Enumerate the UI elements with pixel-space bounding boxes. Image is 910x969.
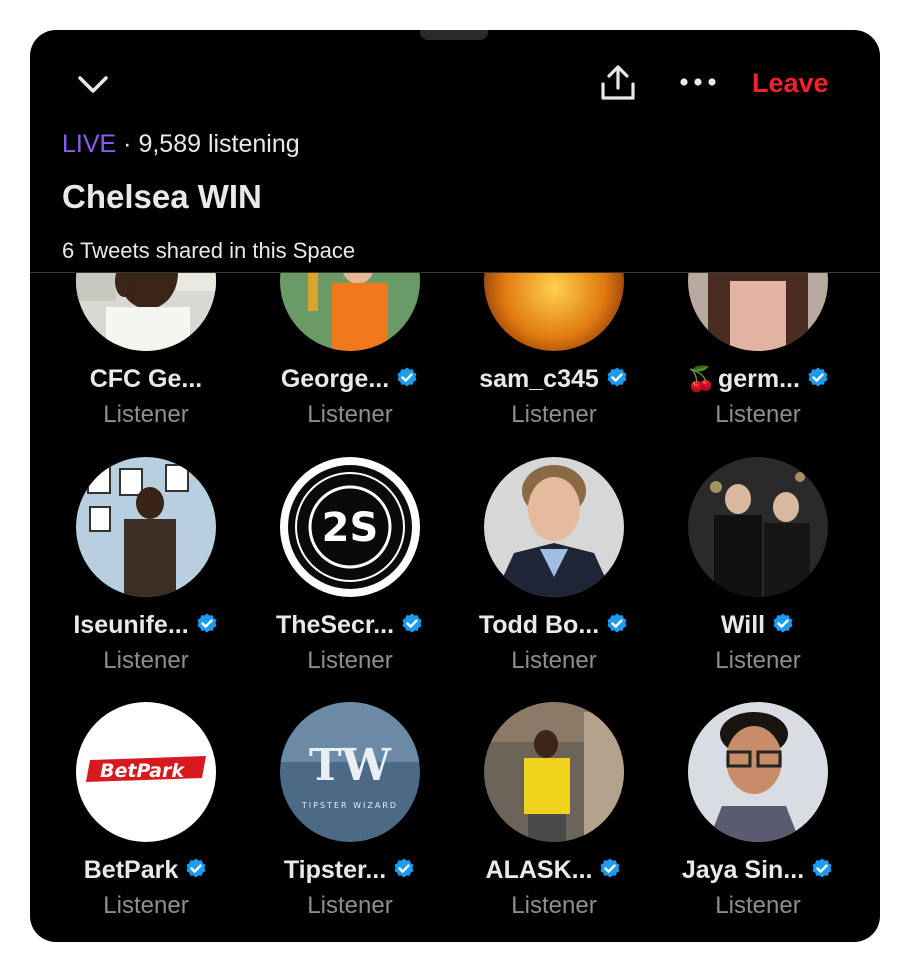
participant-name: Tipster... [248,856,452,885]
participant-name: TheSecr... [248,611,452,640]
avatar-germ[interactable] [688,273,828,351]
participant-role: Listener [715,401,801,428]
participant-name-text: CFC Ge... [89,365,203,393]
verified-badge-icon [186,858,206,878]
participant-cell[interactable]: Iseunife... Listener [44,457,248,687]
svg-text:TIPSTER WIZARD: TIPSTER WIZARD [301,801,398,810]
participant-role: Listener [307,401,393,428]
avatar-george[interactable] [280,273,420,351]
participant-name: Todd Bo... [452,611,656,640]
participant-name-text: ALASK... [485,856,593,884]
verified-badge-icon [397,367,417,387]
verified-badge-icon [773,613,793,633]
verified-badge-icon [394,858,414,878]
participant-role: Listener [103,401,189,428]
tweets-shared-link[interactable]: 6 Tweets shared in this Space [62,238,355,264]
participant-role: Listener [511,647,597,674]
participant-name: George... [248,365,452,394]
verified-badge-icon [607,367,627,387]
participant-cell[interactable]: C345SAM sam_c345 Listener [452,273,656,441]
participant-role: Listener [715,892,801,919]
participant-name-text: Iseunife... [73,611,189,639]
participant-role: Listener [103,647,189,674]
live-badge: LIVE [62,130,117,158]
verified-badge-icon [402,613,422,633]
participant-cell[interactable]: Todd Bo... Listener [452,457,656,687]
participant-name-text: Tipster... [283,856,387,884]
participant-name-text: Todd Bo... [478,611,600,639]
separator: · [123,130,132,158]
chevron-down-icon[interactable] [76,70,110,98]
avatar-iseunife[interactable] [76,457,216,597]
space-title: Chelsea WIN [62,178,262,215]
participant-name-text: Jaya Sin... [681,856,805,884]
participant-name: sam_c345 [452,365,656,394]
verified-badge-icon [812,858,832,878]
participant-name-text: BetPark [83,856,179,884]
participant-name: BetPark [44,856,248,885]
listener-count: 9,589 listening [138,130,300,158]
participant-cell[interactable]: George... Listener [248,273,452,441]
participants-grid: CFC Ge...ListenerGeorge...ListenerC345SA… [30,273,880,942]
verified-badge-icon [607,613,627,633]
space-sheet: Leave LIVE · 9,589 listening Chelsea WIN… [30,30,880,942]
verified-badge-icon [600,858,620,878]
cherry-emoji: 🍒 [686,366,716,393]
participant-role: Listener [103,892,189,919]
avatar-thesecr[interactable]: 2S [280,457,420,597]
participant-cell[interactable]: Will Listener [656,457,860,687]
participant-name: Jaya Sin... [656,856,860,885]
participant-cell[interactable]: CFC Ge... Listener [44,273,248,441]
avatar-betpark[interactable]: BetPark [76,702,216,842]
participant-name-text: George... [280,365,390,393]
participant-cell[interactable]: BetPark BetPark Listener [44,702,248,932]
avatar-tipster[interactable]: TW TIPSTER WIZARD [280,702,420,842]
participant-name-text: Will [720,611,766,639]
share-icon[interactable] [598,64,638,104]
participant-cell[interactable]: 2S TheSecr... Listener [248,457,452,687]
live-status: LIVE · 9,589 listening [62,130,300,159]
avatar-sam[interactable]: C345SAM [484,273,624,351]
participant-cell[interactable]: Jaya Sin... Listener [656,702,860,932]
top-bar: Leave [30,65,880,108]
more-icon[interactable] [676,68,720,98]
participant-name: ALASK... [452,856,656,885]
svg-text:BetPark: BetPark [100,760,185,782]
participant-cell[interactable]: ALASK... Listener [452,702,656,932]
svg-text:TW: TW [309,740,392,791]
leave-button[interactable]: Leave [752,68,829,99]
participant-name: Will [656,611,860,640]
participant-role: Listener [307,647,393,674]
participant-name: 🍒germ... [656,365,860,394]
avatar-cfc[interactable] [76,273,216,351]
participant-name-text: TheSecr... [275,611,395,639]
verified-badge-icon [808,367,828,387]
participant-role: Listener [307,892,393,919]
drag-handle[interactable] [420,30,488,40]
svg-text:2S: 2S [322,505,379,551]
participant-name-text: sam_c345 [479,365,599,393]
participant-role: Listener [511,401,597,428]
participant-role: Listener [511,892,597,919]
participant-name-text: germ... [717,365,800,393]
participant-role: Listener [715,647,801,674]
avatar-alask[interactable] [484,702,624,842]
participant-name: Iseunife... [44,611,248,640]
avatar-jaya[interactable] [688,702,828,842]
verified-badge-icon [197,613,217,633]
avatar-will[interactable] [688,457,828,597]
participant-cell[interactable]: 🍒germ... Listener [656,273,860,441]
participant-name: CFC Ge... [44,365,248,394]
participant-cell[interactable]: TW TIPSTER WIZARD Tipster... Listener [248,702,452,932]
avatar-todd[interactable] [484,457,624,597]
